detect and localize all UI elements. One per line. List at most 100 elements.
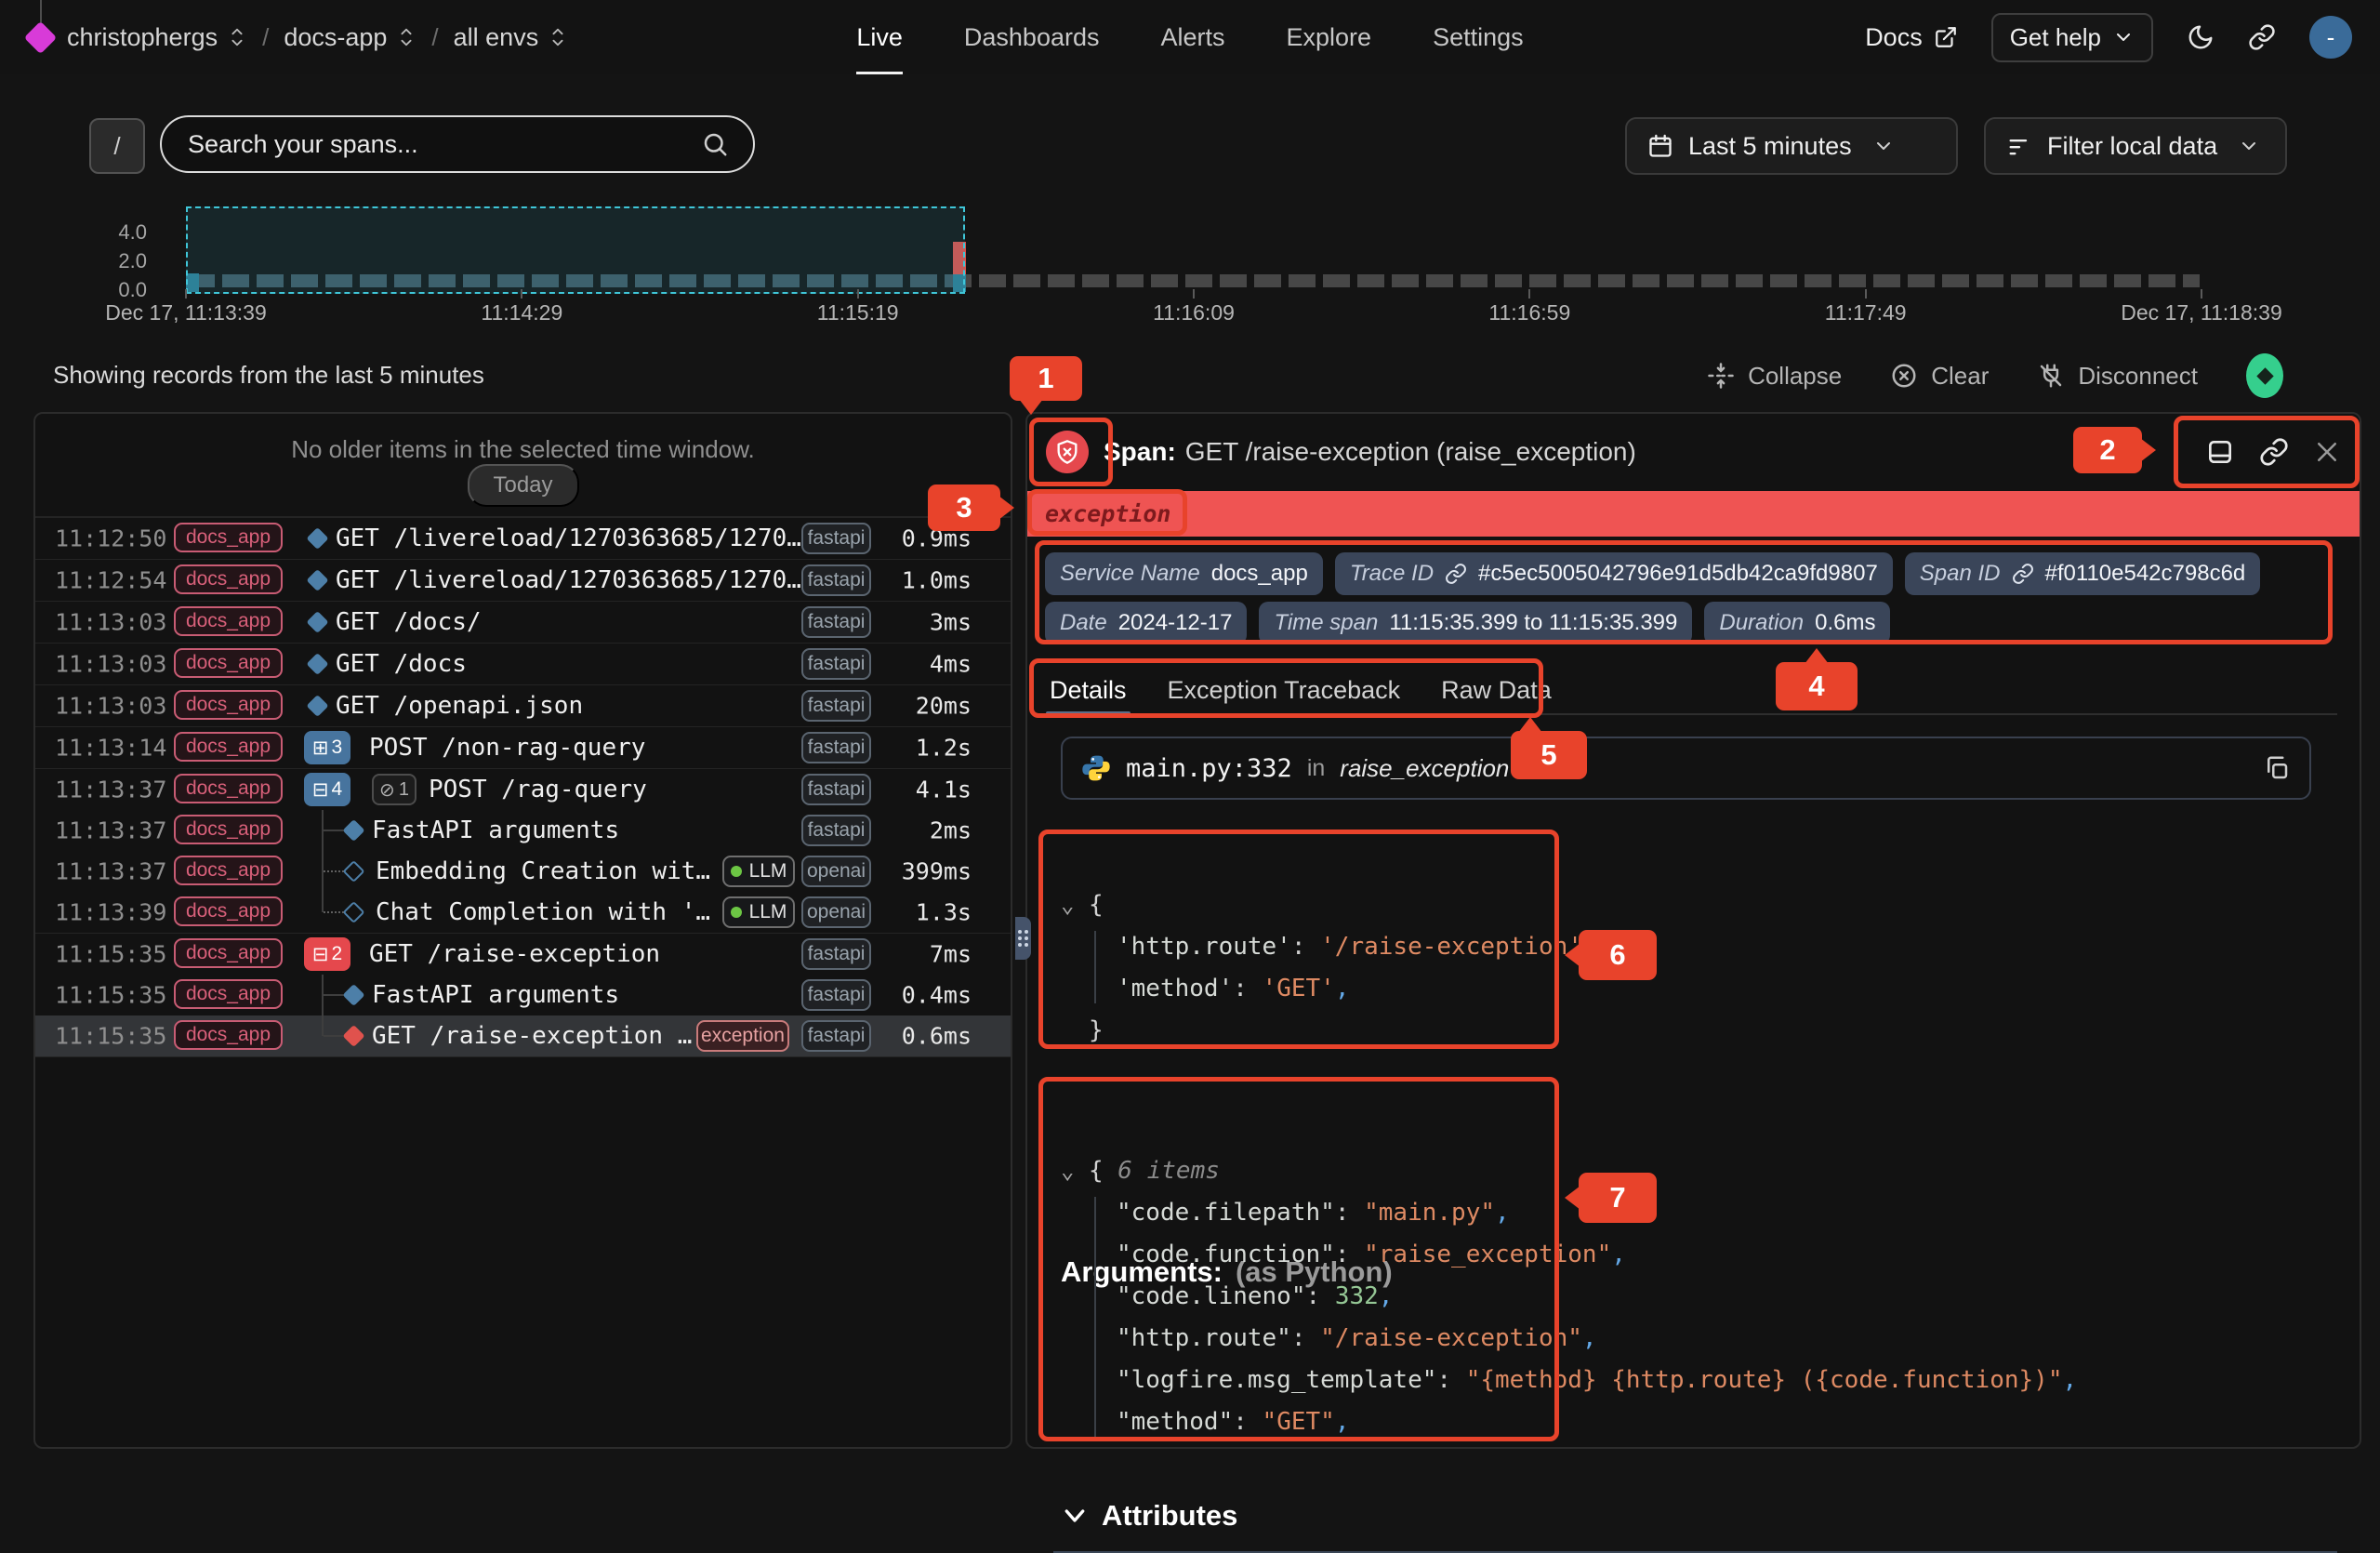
span-time: 11:12:50 [55, 525, 166, 552]
diamond-blue-icon [306, 611, 328, 633]
span-time: 11:13:03 [55, 609, 166, 636]
span-row[interactable]: 11:13:03docs_appGET /docs/fastapi3ms [35, 601, 1011, 643]
copy-icon[interactable] [2263, 754, 2291, 782]
child-count-badge[interactable]: ⊟4 [304, 773, 350, 806]
calendar-icon [1647, 133, 1673, 159]
nav-tab-settings[interactable]: Settings [1433, 0, 1524, 74]
span-row[interactable]: 11:13:14docs_app⊞3POST /non-rag-queryfas… [35, 726, 1011, 768]
span-name: GET /livereload/1270363685/1270… [336, 566, 801, 594]
span-time: 11:13:37 [55, 858, 166, 885]
meta-pill-time-span: Time span11:15:35.399 to 11:15:35.399 [1259, 602, 1692, 644]
app-root: christophergs/docs-app/all envs LiveDash… [0, 0, 2380, 1488]
attributes-heading: Attributes [1061, 1499, 1237, 1533]
span-row[interactable]: 11:13:37docs_appEmbedding Creation wit…L… [35, 851, 1011, 892]
diamond-blue-icon [306, 569, 328, 591]
span-name: Embedding Creation wit… [376, 857, 710, 885]
annotation-badge-3: 3 [928, 484, 1000, 531]
docs-link[interactable]: Docs [1865, 23, 1958, 52]
detail-tab-details[interactable]: Details [1050, 667, 1127, 713]
nav-tab-alerts[interactable]: Alerts [1160, 0, 1224, 74]
origin-chip: fastapi [801, 648, 871, 680]
x-axis-tick-label: 11:14:29 [481, 300, 562, 325]
nav-tab-dashboards[interactable]: Dashboards [964, 0, 1100, 74]
get-help-button[interactable]: Get help [1991, 13, 2153, 62]
share-link-icon[interactable] [2248, 23, 2276, 51]
code-token: : [1335, 1199, 1364, 1227]
chevron-down-icon[interactable]: ⌄ [1061, 884, 1089, 926]
nav-tab-explore[interactable]: Explore [1287, 0, 1372, 74]
close-icon[interactable] [2313, 438, 2341, 466]
meta-value: 2024-12-17 [1118, 610, 1233, 636]
hidden-spans-badge[interactable]: ⊘1 [372, 774, 416, 805]
meta-pill-trace-id[interactable]: Trace ID#c5ec5005042796e91d5db42ca9fd980… [1335, 552, 1893, 595]
code-line: "method": "GET", [1061, 1401, 2322, 1443]
child-count-badge[interactable]: ⊞3 [304, 731, 350, 764]
theme-toggle-moon-icon[interactable] [2187, 23, 2215, 51]
span-row[interactable]: 11:13:37docs_app⊟4⊘1POST /rag-queryfasta… [35, 768, 1011, 810]
timeline-chart: 4.02.00.0Dec 17, 11:13:3911:14:2911:15:1… [0, 200, 2380, 339]
origin-chip: fastapi [801, 815, 871, 846]
diamond-open-icon [342, 901, 364, 923]
child-count-badge[interactable]: ⊟2 [304, 937, 350, 971]
time-range-button[interactable]: Last 5 minutes [1625, 117, 1958, 175]
search-input[interactable] [186, 129, 686, 160]
hidden-icon: ⊘ [379, 778, 395, 802]
x-axis-tick-label: Dec 17, 11:18:39 [2121, 300, 2281, 325]
span-row[interactable]: 11:13:03docs_appGET /docsfastapi4ms [35, 643, 1011, 684]
docs-label: Docs [1865, 23, 1923, 52]
filter-local-data-button[interactable]: Filter local data [1984, 117, 2287, 175]
x-axis-tick-label: 11:16:59 [1488, 300, 1570, 325]
collapse-button[interactable]: Collapse [1707, 362, 1842, 391]
nav-tab-live[interactable]: Live [856, 0, 903, 74]
chevron-down-icon[interactable]: ⌄ [1061, 1150, 1089, 1192]
meta-value: 11:15:35.399 to 11:15:35.399 [1389, 610, 1677, 636]
code-token: : [1306, 1282, 1335, 1310]
chevron-down-icon[interactable] [1061, 1502, 1089, 1530]
meta-label: Span ID [1920, 561, 2001, 587]
x-axis-tick [1528, 289, 1530, 299]
chart-selection-region[interactable] [186, 206, 965, 294]
x-axis-tick-label: 11:17:49 [1825, 300, 1907, 325]
annotation-pointer [1805, 648, 1829, 664]
service-badge: docs_app [174, 856, 283, 885]
y-axis-tick-label: 2.0 [118, 249, 147, 273]
clear-button[interactable]: Clear [1890, 362, 1989, 391]
disconnect-icon [2037, 362, 2065, 390]
meta-value: #f0110e542c798c6d [2045, 561, 2246, 587]
span-row[interactable]: 11:15:35docs_appGET /raise-exception …ex… [35, 1015, 1011, 1056]
detail-tab-raw-data[interactable]: Raw Data [1441, 667, 1552, 713]
x-axis-tick [1865, 289, 1867, 299]
tree-connector-horizontal [324, 830, 344, 831]
child-count: 4 [331, 778, 342, 801]
code-line: "logfire.msg_template": "{method} {http.… [1061, 1360, 2322, 1401]
span-time: 11:13:37 [55, 817, 166, 844]
span-row[interactable]: 11:13:37docs_appFastAPI argumentsfastapi… [35, 810, 1011, 851]
meta-value: 0.6ms [1815, 610, 1875, 636]
code-token: 'method' [1117, 975, 1233, 1002]
span-row[interactable]: 11:12:54docs_appGET /livereload/12703636… [35, 559, 1011, 601]
span-row[interactable]: 11:15:35docs_app⊟2GET /raise-exceptionfa… [35, 933, 1011, 975]
source-location-box: main.py:332 in raise_exception [1061, 737, 2311, 800]
code-line: "code.function": "raise_exception", [1061, 1234, 2322, 1276]
annotation-number: 5 [1540, 738, 1556, 772]
panel-layout-icon[interactable] [2205, 437, 2235, 467]
child-count: 2 [331, 943, 342, 965]
time-range-label: Last 5 minutes [1688, 132, 1852, 161]
detail-tab-exception-traceback[interactable]: Exception Traceback [1168, 667, 1401, 713]
code-line: "code.lineno": 332, [1061, 1276, 2322, 1318]
user-avatar[interactable]: - [2309, 16, 2352, 59]
tree-connector-horizontal [324, 870, 344, 872]
code-token: "main.py" [1364, 1199, 1495, 1227]
disconnect-button[interactable]: Disconnect [2037, 362, 2198, 391]
copy-link-icon[interactable] [2259, 437, 2289, 467]
span-row[interactable]: 11:13:39docs_appChat Completion with '…L… [35, 892, 1011, 933]
filter-icon [2006, 133, 2032, 159]
meta-label: Duration [1719, 610, 1804, 636]
span-title: Span:GET /raise-exception (raise_excepti… [1104, 437, 1636, 467]
span-row[interactable]: 11:13:03docs_appGET /openapi.jsonfastapi… [35, 684, 1011, 726]
today-button[interactable]: Today [467, 464, 578, 507]
panel-resize-handle[interactable] [1015, 917, 1031, 960]
meta-pill-span-id[interactable]: Span ID #f0110e542c798c6d [1905, 552, 2260, 595]
span-row[interactable]: 11:12:50docs_appGET /livereload/12703636… [35, 518, 1011, 559]
span-row[interactable]: 11:15:35docs_appFastAPI argumentsfastapi… [35, 975, 1011, 1015]
